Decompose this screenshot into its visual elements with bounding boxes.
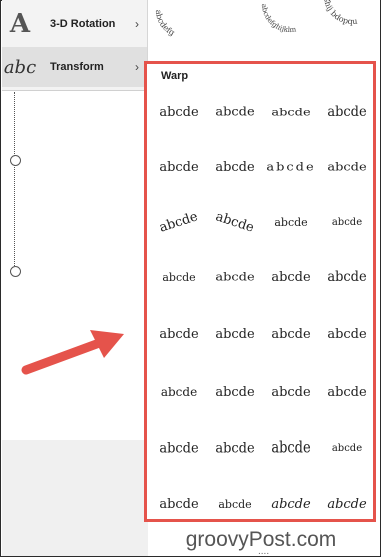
warp-sample-text: abcde: [159, 439, 199, 457]
warp-gallery: Warp abcde abcde abcde abcde abcde abcde abcde…: [144, 61, 376, 522]
section-heading: Warp: [161, 70, 189, 82]
warp-sample-text: abcde: [159, 326, 199, 342]
warp-sample-text: abcde: [271, 384, 311, 400]
warp-option-16[interactable]: abcde: [319, 253, 375, 301]
warp-option-3[interactable]: abcde: [263, 88, 319, 136]
warp-option-32[interactable]: abcde: [319, 480, 375, 528]
warp-sample-text: abcde: [271, 106, 311, 118]
warp-sample-text: abcde: [159, 159, 199, 175]
warp-sample-text: abcde: [266, 160, 316, 174]
warp-sample-text: abcde: [331, 442, 363, 454]
chevron-right-icon: ›: [135, 60, 139, 74]
preview-circle-1[interactable]: abcdefg: [154, 9, 176, 37]
warp-option-29[interactable]: abcde: [151, 480, 207, 528]
warp-sample-text: abcde: [274, 215, 308, 229]
warp-option-15[interactable]: abcde: [263, 253, 319, 301]
chevron-right-icon: ›: [135, 17, 139, 31]
warp-option-21[interactable]: abcde: [151, 368, 207, 416]
warp-sample-text: abcde: [327, 104, 367, 120]
warp-option-18[interactable]: abcde: [207, 310, 263, 358]
warp-option-27[interactable]: abcde: [263, 424, 319, 472]
warp-sample-text: abcde: [327, 160, 367, 174]
warp-sample-text: abcde: [327, 269, 367, 285]
warp-sample-text: abcde: [215, 105, 255, 119]
transform-icon: abc: [3, 56, 37, 78]
warp-sample-text: abcde: [159, 496, 199, 512]
warp-option-12[interactable]: abcde: [319, 198, 375, 246]
warp-sample-text: abcde: [327, 326, 367, 342]
warp-sample-text: abcde: [271, 269, 311, 285]
warp-option-24[interactable]: abcde: [319, 368, 375, 416]
menu-item-label: Transform: [50, 61, 104, 73]
panel-background: [2, 440, 148, 556]
text-effects-menu: A 3-D Rotation › abc Transform ›: [2, 0, 147, 91]
warp-option-23[interactable]: abcde: [263, 368, 319, 416]
more-indicator[interactable]: ....: [258, 546, 269, 557]
circular-text-previews: abcdefg abcdefghijklm Ghij bdopqu: [154, 0, 358, 37]
warp-sample-text: abcde: [271, 439, 311, 457]
warp-option-1[interactable]: abcde: [151, 88, 207, 136]
warp-sample-text: abcde: [327, 384, 367, 400]
warp-option-28[interactable]: abcde: [319, 424, 375, 472]
warp-sample-text: abcde: [215, 270, 255, 284]
warp-option-11[interactable]: abcde: [263, 198, 319, 246]
3d-rotation-icon: A: [9, 9, 31, 39]
warp-option-20[interactable]: abcde: [319, 310, 375, 358]
warp-sample-text: abcde: [159, 104, 199, 120]
warp-option-6[interactable]: abcde: [207, 143, 263, 191]
warp-sample-text: abcde: [215, 439, 255, 457]
warp-sample-text: abcde: [271, 496, 311, 512]
warp-sample-text: abcde: [327, 496, 367, 512]
warp-option-4[interactable]: abcde: [319, 88, 375, 136]
warp-option-30[interactable]: abcde: [207, 480, 263, 528]
red-arrow-annotation: [21, 330, 124, 375]
menu-item-transform[interactable]: abc Transform ›: [2, 47, 147, 87]
warp-option-13[interactable]: abcde: [151, 253, 207, 301]
warp-option-7[interactable]: abcde: [263, 143, 319, 191]
warp-sample-text: abcde: [157, 208, 201, 236]
preview-circle-2[interactable]: abcdefghijklm: [260, 4, 297, 35]
warp-option-2[interactable]: abcde: [207, 88, 263, 136]
warp-option-5[interactable]: abcde: [151, 143, 207, 191]
warp-option-14[interactable]: abcde: [207, 253, 263, 301]
warp-sample-text: abcde: [215, 326, 255, 342]
warp-sample-text: abcde: [162, 270, 196, 284]
warp-option-22[interactable]: abcde: [207, 368, 263, 416]
text-effects-preview-strip: abcdefg abcdefghijklm Ghij bdopqu: [148, 0, 380, 58]
menu-item-3d-rotation[interactable]: A 3-D Rotation ›: [2, 4, 147, 44]
warp-sample-text: abcde: [331, 216, 363, 228]
warp-option-9[interactable]: abcde: [151, 198, 207, 246]
warp-sample-text: abcde: [271, 326, 311, 342]
warp-option-17[interactable]: abcde: [151, 310, 207, 358]
warp-sample-text: abcde: [218, 497, 252, 511]
warp-sample-text: abcde: [213, 208, 257, 236]
warp-option-31[interactable]: abcde: [263, 480, 319, 528]
warp-option-25[interactable]: abcde: [151, 424, 207, 472]
warp-sample-text: abcde: [160, 385, 198, 399]
preview-circle-3[interactable]: Ghij bdopqu: [322, 0, 358, 26]
warp-sample-text: abcde: [215, 159, 255, 175]
warp-option-10[interactable]: abcde: [207, 198, 263, 246]
warp-sample-text: abcde: [215, 384, 255, 400]
warp-option-19[interactable]: abcde: [263, 310, 319, 358]
warp-option-26[interactable]: abcde: [207, 424, 263, 472]
resize-handle-bottom[interactable]: [10, 266, 21, 277]
selection-dotted-line: [14, 92, 15, 270]
resize-handle-top[interactable]: [10, 155, 21, 166]
warp-option-8[interactable]: abcde: [319, 143, 375, 191]
menu-item-label: 3-D Rotation: [50, 18, 116, 30]
